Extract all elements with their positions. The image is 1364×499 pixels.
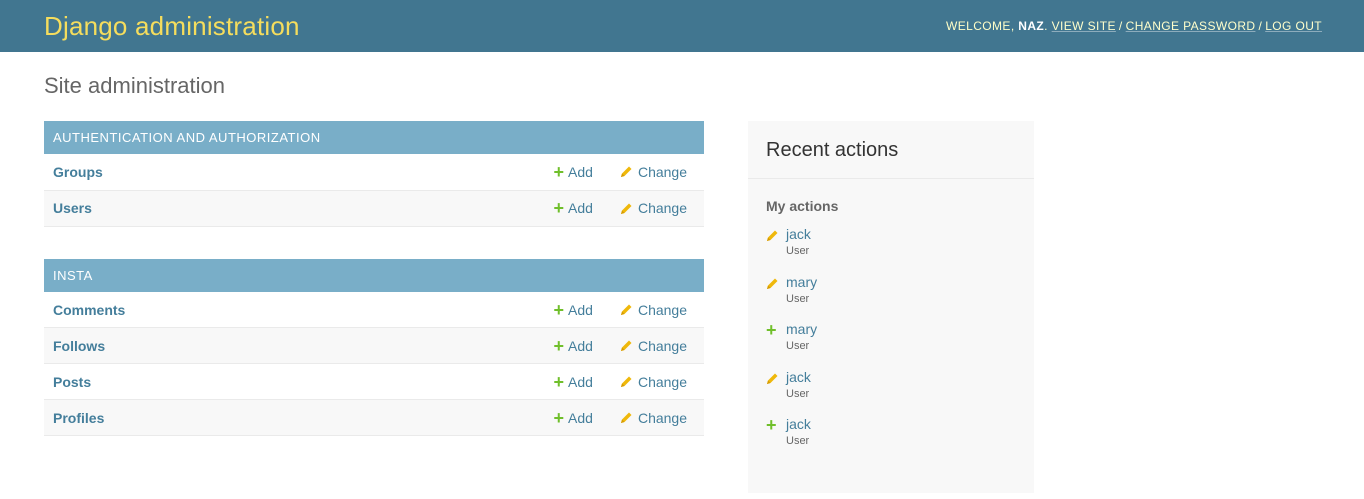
model-row: Comments + Add Change [44, 292, 704, 328]
recent-action-type: User [786, 340, 810, 352]
plus-icon: + [553, 198, 565, 219]
change-link[interactable]: Change [620, 302, 687, 318]
view-site-link[interactable]: View site [1052, 19, 1116, 33]
site-branding[interactable]: Django administration [44, 11, 300, 42]
change-link[interactable]: Change [620, 200, 687, 216]
pencil-icon [620, 166, 632, 178]
plus-icon: + [553, 407, 565, 428]
recent-action-type: User [786, 245, 810, 257]
recent-action-link[interactable]: jack [786, 416, 1034, 432]
pencil-icon [767, 278, 778, 289]
recent-action-item: jack User [748, 369, 1034, 417]
pencil-icon [620, 304, 632, 315]
model-link-comments[interactable]: Comments [53, 302, 554, 318]
recent-actions-title: Recent actions [748, 121, 1034, 179]
recent-action-link[interactable]: mary [786, 274, 1034, 290]
pencil-icon [620, 376, 632, 387]
plus-icon: + [766, 415, 777, 435]
user-tools: Welcome, naz. View site / Change password /… [946, 19, 1322, 33]
recent-action-link[interactable]: jack [786, 369, 1034, 385]
plus-icon: + [553, 299, 565, 320]
recent-action-item: + jack User [748, 415, 1034, 464]
module-caption[interactable]: Authentication and Authorization [44, 121, 704, 154]
model-row: Profiles + Add Change [44, 400, 704, 436]
my-actions-title: My actions [766, 198, 839, 214]
recent-actions-panel: Recent actions My actions jack User mary… [748, 121, 1034, 493]
recent-action-type: User [786, 387, 810, 400]
page-title: Site administration [44, 73, 225, 98]
module-insta: Insta Comments + Add Change Follows + Add … [44, 259, 704, 436]
pencil-icon [767, 230, 778, 241]
pencil-icon [620, 412, 632, 423]
model-link-users[interactable]: Users [53, 200, 554, 216]
model-row: Users + Add Change [44, 190, 704, 227]
model-row: Groups + Add Change [44, 154, 704, 191]
welcome-text: Welcome, [946, 19, 1015, 33]
username: naz [1018, 19, 1045, 33]
change-link[interactable]: Change [620, 410, 687, 426]
recent-action-type: User [786, 435, 810, 447]
recent-action-link[interactable]: mary [786, 321, 1034, 337]
add-link[interactable]: + Add [553, 407, 593, 428]
recent-action-item: + mary User [748, 320, 1034, 369]
change-link[interactable]: Change [620, 374, 687, 390]
model-row: Follows + Add Change [44, 328, 704, 364]
model-row: Posts + Add Change [44, 364, 704, 400]
plus-icon: + [553, 371, 565, 392]
add-link[interactable]: + Add [553, 299, 593, 320]
module-auth: Authentication and Authorization Groups … [44, 121, 704, 227]
plus-icon: + [766, 320, 777, 340]
module-caption[interactable]: Insta [44, 259, 704, 292]
recent-action-link[interactable]: jack [786, 226, 1034, 242]
add-link[interactable]: + Add [553, 198, 593, 219]
recent-action-item: jack User [748, 226, 1034, 274]
pencil-icon [767, 373, 778, 384]
log-out-link[interactable]: Log out [1265, 19, 1322, 33]
recent-action-type: User [786, 292, 810, 305]
add-link[interactable]: + Add [553, 371, 593, 392]
change-password-link[interactable]: Change password [1126, 19, 1256, 33]
add-link[interactable]: + Add [553, 161, 593, 182]
plus-icon: + [553, 335, 565, 356]
model-link-follows[interactable]: Follows [53, 338, 554, 354]
model-link-profiles[interactable]: Profiles [53, 410, 554, 426]
header: Django administration Welcome, naz. View… [0, 0, 1364, 52]
change-link[interactable]: Change [620, 164, 687, 180]
change-link[interactable]: Change [620, 338, 687, 354]
pencil-icon [620, 340, 632, 351]
add-link[interactable]: + Add [553, 335, 593, 356]
plus-icon: + [553, 161, 565, 182]
model-link-groups[interactable]: Groups [53, 164, 554, 180]
model-link-posts[interactable]: Posts [53, 374, 554, 390]
recent-action-item: mary User [748, 274, 1034, 322]
pencil-icon [620, 203, 632, 214]
